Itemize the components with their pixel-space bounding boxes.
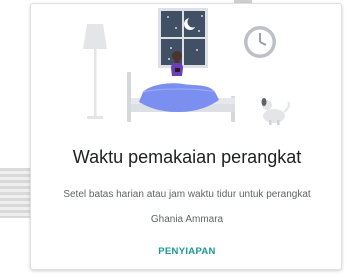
floor-lamp-icon <box>83 24 107 119</box>
screen-time-card: Waktu pemakaian perangkat Setel batas ha… <box>30 3 342 270</box>
card-description: Setel batas harian atau jam waktu tidur … <box>63 189 311 225</box>
wall-clock-icon <box>244 26 276 58</box>
screen: Waktu pemakaian perangkat Setel batas ha… <box>0 0 347 277</box>
dog-icon <box>261 98 290 125</box>
night-window-icon <box>158 8 208 68</box>
card-title: Waktu pemakaian perangkat <box>72 147 302 167</box>
setup-button[interactable]: PENYIAPAN <box>137 242 237 262</box>
bedtime-illustration <box>83 8 290 125</box>
background-stripes <box>0 168 30 218</box>
